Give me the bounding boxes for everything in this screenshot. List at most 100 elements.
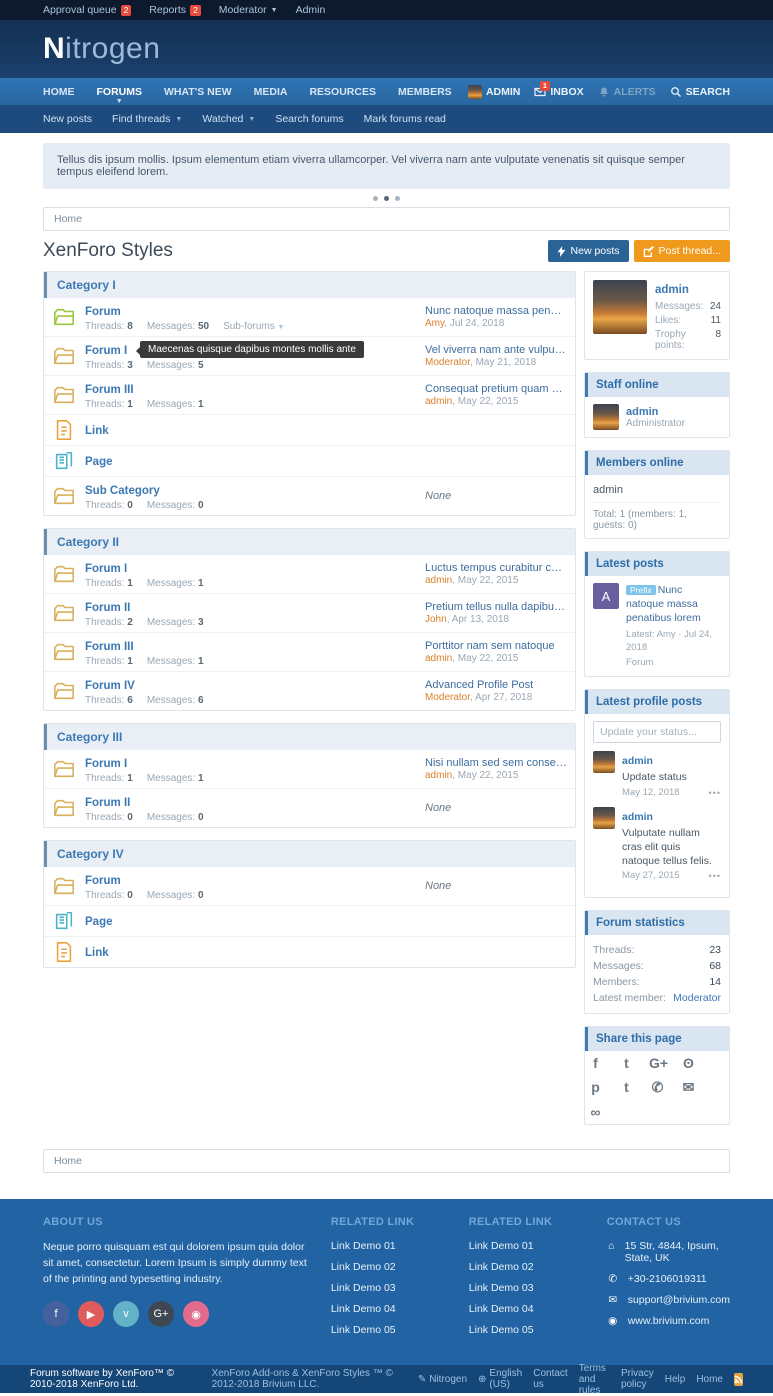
admin-toolbar-item-approval-queue[interactable]: Approval queue 2 xyxy=(43,4,132,16)
category-header[interactable]: Category III xyxy=(44,724,575,750)
google-plus-icon[interactable]: G+ xyxy=(649,1055,668,1071)
alerts-menu[interactable]: ALERTS xyxy=(598,86,656,98)
youtube-icon[interactable]: ▶ xyxy=(78,1301,104,1328)
forum-title-link[interactable]: Forum III xyxy=(85,641,134,653)
visitor-username-link[interactable]: admin xyxy=(655,284,689,296)
subnav-item-new-posts[interactable]: New posts xyxy=(43,113,92,125)
latest-post-author-link[interactable]: Moderator xyxy=(425,692,470,703)
latest-post-title-link[interactable]: Consequat pretium quam pede ... xyxy=(425,383,567,395)
avatar[interactable] xyxy=(593,280,647,334)
status-input[interactable] xyxy=(593,721,721,744)
latest-post-author-link[interactable]: Moderator xyxy=(425,357,470,368)
forum-title-link[interactable]: Forum I xyxy=(85,345,127,357)
footer-related1-link[interactable]: Link Demo 03 xyxy=(331,1282,451,1294)
facebook-icon[interactable]: f xyxy=(587,1055,604,1071)
link-icon[interactable]: ∞ xyxy=(587,1104,604,1120)
account-menu[interactable]: ADMIN xyxy=(467,84,520,99)
breadcrumb-home-link[interactable]: Home xyxy=(54,1155,82,1167)
admin-toolbar-item-moderator[interactable]: Moderator ▼ xyxy=(219,4,278,16)
footer-related1-link[interactable]: Link Demo 04 xyxy=(331,1303,451,1315)
category-header[interactable]: Category II xyxy=(44,529,575,555)
vimeo-icon[interactable]: v xyxy=(113,1301,139,1328)
latest-post-author-link[interactable]: John xyxy=(425,614,447,625)
instagram-icon[interactable]: ◉ xyxy=(183,1301,209,1328)
tab-members[interactable]: MEMBERS xyxy=(398,86,452,98)
profile-post-author-link[interactable]: admin xyxy=(622,811,653,823)
forum-title-link[interactable]: Page xyxy=(85,916,113,928)
footer-related2-link[interactable]: Link Demo 03 xyxy=(469,1282,589,1294)
legal-link-english-us-[interactable]: ⊕ English (US) xyxy=(478,1368,522,1390)
footer-related2-link[interactable]: Link Demo 01 xyxy=(469,1240,589,1252)
latest-post-author-link[interactable]: admin xyxy=(425,396,452,407)
avatar[interactable]: A xyxy=(593,583,619,609)
footer-related1-link[interactable]: Link Demo 05 xyxy=(331,1324,451,1336)
admin-toolbar-item-admin[interactable]: Admin xyxy=(296,4,326,16)
forum-title-link[interactable]: Forum II xyxy=(85,602,130,614)
forum-title-link[interactable]: Link xyxy=(85,947,109,959)
profile-post-author-link[interactable]: admin xyxy=(622,755,653,767)
tab-media[interactable]: MEDIA xyxy=(254,86,288,98)
footer-related2-link[interactable]: Link Demo 02 xyxy=(469,1261,589,1273)
forum-title-link[interactable]: Forum II xyxy=(85,797,130,809)
category-header[interactable]: Category IV xyxy=(44,841,575,867)
category-header[interactable]: Category I xyxy=(44,272,575,298)
twitter-icon[interactable]: t xyxy=(618,1055,635,1071)
legal-link-home[interactable]: Home xyxy=(696,1374,723,1385)
latest-post-title-link[interactable]: Pretium tellus nulla dapibus nec... xyxy=(425,601,567,613)
forum-title-link[interactable]: Forum xyxy=(85,875,121,887)
legal-link-nitrogen[interactable]: ✎ Nitrogen xyxy=(418,1374,467,1385)
latest-post-title-link[interactable]: Nisi nullam sed sem consequat xyxy=(425,757,567,769)
legal-link-help[interactable]: Help xyxy=(665,1374,686,1385)
tab-what-s-new[interactable]: WHAT'S NEW xyxy=(164,86,232,98)
reddit-icon[interactable]: ʘ xyxy=(680,1055,697,1071)
subnav-item-find-threads[interactable]: Find threads ▼ xyxy=(112,113,182,125)
brivium-copyright-link[interactable]: XenForo Add-ons & XenForo Styles ™ © 201… xyxy=(212,1368,408,1390)
latest-post-title-link[interactable]: Vel viverra nam ante vulputate v... xyxy=(425,344,567,356)
avatar[interactable] xyxy=(593,806,615,829)
staff-member-link[interactable]: admin xyxy=(626,406,685,418)
forum-title-link[interactable]: Forum I xyxy=(85,758,127,770)
avatar[interactable] xyxy=(593,751,615,774)
breadcrumb-home-link[interactable]: Home xyxy=(54,213,82,225)
inbox-menu[interactable]: 1 INBOX xyxy=(534,80,584,98)
latest-post-title-link[interactable]: Luctus tempus curabitur condim... xyxy=(425,562,567,574)
forum-title-link[interactable]: Page xyxy=(85,456,113,468)
footer-related2-link[interactable]: Link Demo 05 xyxy=(469,1324,589,1336)
whatsapp-icon[interactable]: ✆ xyxy=(649,1079,666,1096)
subnav-item-watched[interactable]: Watched ▼ xyxy=(202,113,255,125)
forum-title-link[interactable]: Forum xyxy=(85,306,121,318)
forum-title-link[interactable]: Sub Category xyxy=(85,485,160,497)
tab-home[interactable]: HOME xyxy=(43,86,75,98)
rss-icon[interactable] xyxy=(734,1372,743,1386)
subnav-item-mark-forums-read[interactable]: Mark forums read xyxy=(364,113,446,125)
admin-toolbar-item-reports[interactable]: Reports 2 xyxy=(149,4,201,16)
footer-related1-link[interactable]: Link Demo 01 xyxy=(331,1240,451,1252)
google-plus-icon[interactable]: G+ xyxy=(148,1301,174,1328)
forum-title-link[interactable]: Forum I xyxy=(85,563,127,575)
latest-member-link[interactable]: Moderator xyxy=(673,992,721,1004)
latest-post-author-link[interactable]: Amy xyxy=(425,318,444,329)
tab-resources[interactable]: RESOURCES xyxy=(309,86,376,98)
legal-link-privacy-policy[interactable]: Privacy policy xyxy=(621,1368,654,1390)
carousel-dot[interactable] xyxy=(384,196,389,201)
facebook-icon[interactable]: f xyxy=(43,1301,69,1328)
latest-post-title-link[interactable]: Porttitor nam sem natoque xyxy=(425,640,567,652)
avatar[interactable] xyxy=(593,404,619,430)
legal-link-contact-us[interactable]: Contact us xyxy=(533,1368,567,1390)
more-options-icon[interactable]: ••• xyxy=(709,871,721,881)
footer-related1-link[interactable]: Link Demo 02 xyxy=(331,1261,451,1273)
forum-title-link[interactable]: Link xyxy=(85,425,109,437)
carousel-dot[interactable] xyxy=(373,196,378,201)
latest-post-title-link[interactable]: Advanced Profile Post xyxy=(425,679,567,691)
more-options-icon[interactable]: ••• xyxy=(709,788,721,798)
post-thread-button[interactable]: Post thread... xyxy=(633,240,730,262)
forum-title-link[interactable]: Forum IV xyxy=(85,680,135,692)
latest-post-author-link[interactable]: admin xyxy=(425,770,452,781)
latest-post-author-link[interactable]: admin xyxy=(425,575,452,586)
email-icon[interactable]: ✉ xyxy=(680,1079,697,1096)
online-member-link[interactable]: admin xyxy=(593,482,721,503)
latest-post-title-link[interactable]: Prefix Nunc natoque massa penatibus lorem xyxy=(626,583,721,626)
search-button[interactable]: SEARCH xyxy=(670,86,730,98)
forum-title-link[interactable]: Forum III xyxy=(85,384,134,396)
tab-forums[interactable]: FORUMS ▼ xyxy=(97,86,143,105)
